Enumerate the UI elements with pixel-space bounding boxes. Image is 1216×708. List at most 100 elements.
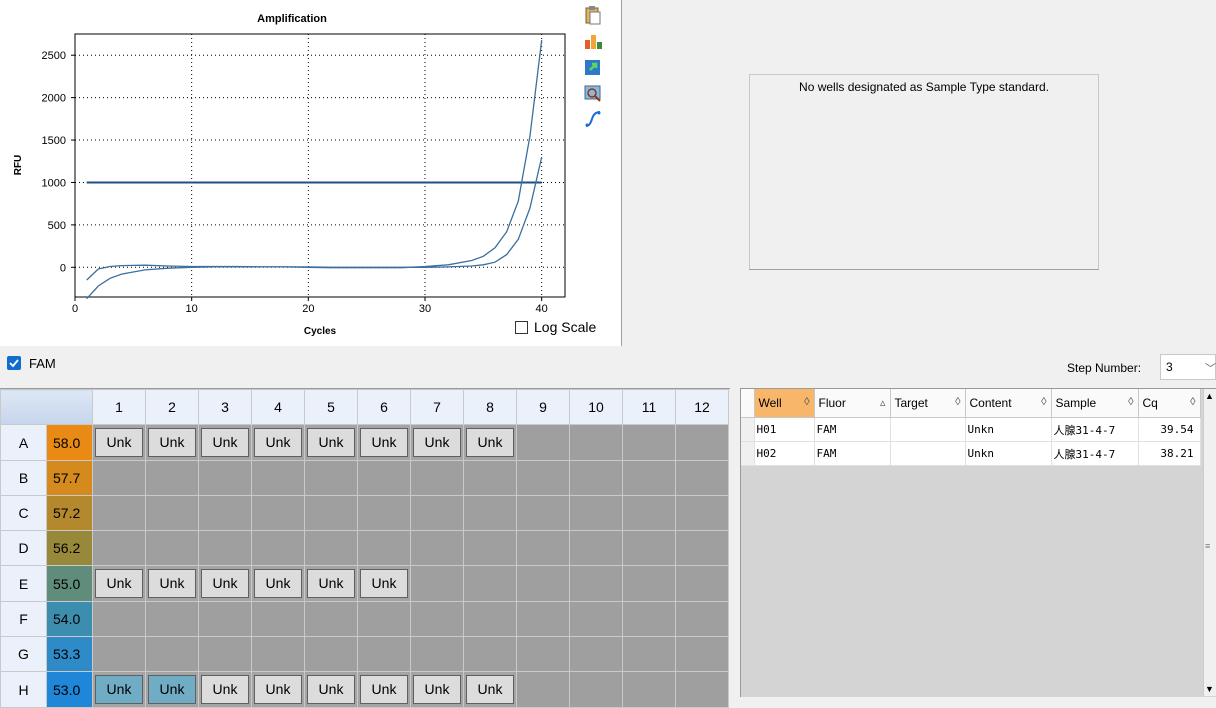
plate-well-empty[interactable] bbox=[92, 495, 146, 531]
plate-well-empty[interactable] bbox=[463, 565, 517, 602]
row-header[interactable]: D bbox=[0, 530, 47, 566]
column-header[interactable]: 8 bbox=[463, 389, 517, 425]
column-header[interactable]: 1 bbox=[92, 389, 146, 425]
plate-well-empty[interactable] bbox=[463, 530, 517, 566]
column-header[interactable]: 7 bbox=[410, 389, 464, 425]
log-scale-checkbox[interactable] bbox=[515, 320, 528, 334]
plate-well-empty[interactable] bbox=[516, 530, 570, 566]
plate-well[interactable]: Unk bbox=[198, 671, 252, 708]
row-selector[interactable] bbox=[741, 441, 755, 466]
row-header[interactable]: G bbox=[0, 636, 47, 672]
plate-well-empty[interactable] bbox=[675, 495, 729, 531]
results-column-header[interactable]: Cq ◊ bbox=[1138, 389, 1201, 418]
row-header[interactable]: A bbox=[0, 424, 47, 461]
plate-well[interactable]: Unk bbox=[410, 424, 464, 461]
plate-well-empty[interactable] bbox=[357, 601, 411, 637]
table-row[interactable]: H02 FAM Unkn 人腺31-4-7 38.21 bbox=[741, 441, 1201, 466]
plate-well[interactable]: Unk bbox=[198, 565, 252, 602]
plate-well-empty[interactable] bbox=[304, 495, 358, 531]
plate-well-empty[interactable] bbox=[410, 636, 464, 672]
plate-well-empty[interactable] bbox=[675, 530, 729, 566]
plate-well[interactable]: Unk bbox=[357, 671, 411, 708]
plate-well-empty[interactable] bbox=[569, 671, 623, 708]
plate-well-empty[interactable] bbox=[304, 636, 358, 672]
plate-well[interactable]: Unk bbox=[304, 565, 358, 602]
column-header[interactable]: 2 bbox=[145, 389, 199, 425]
plate-well-empty[interactable] bbox=[198, 636, 252, 672]
results-column-header[interactable]: Content ◊ bbox=[965, 389, 1052, 418]
row-selector[interactable] bbox=[741, 417, 755, 442]
plate-well-empty[interactable] bbox=[622, 424, 676, 461]
plate-well-empty[interactable] bbox=[145, 495, 199, 531]
scroll-up-icon[interactable]: ▲ bbox=[1205, 391, 1214, 401]
plate-well-empty[interactable] bbox=[410, 495, 464, 531]
plate-well-empty[interactable] bbox=[516, 495, 570, 531]
plate-well-empty[interactable] bbox=[357, 460, 411, 496]
plate-well-empty[interactable] bbox=[410, 565, 464, 602]
plate-well-empty[interactable] bbox=[675, 636, 729, 672]
plate-well-empty[interactable] bbox=[622, 565, 676, 602]
plate-well[interactable]: Unk bbox=[463, 671, 517, 708]
plate-well[interactable]: Unk bbox=[251, 424, 305, 461]
plate-well-empty[interactable] bbox=[569, 424, 623, 461]
plate-well-empty[interactable] bbox=[622, 636, 676, 672]
plate-well-empty[interactable] bbox=[145, 460, 199, 496]
sort-icon[interactable]: ◊ bbox=[955, 396, 960, 408]
plate-well-empty[interactable] bbox=[463, 636, 517, 672]
scroll-grip-icon[interactable]: ≡ bbox=[1205, 541, 1210, 551]
plate-well-empty[interactable] bbox=[410, 530, 464, 566]
results-column-header[interactable]: Fluor ▵ bbox=[814, 389, 891, 418]
plate-well[interactable]: Unk bbox=[463, 424, 517, 461]
plate-well-empty[interactable] bbox=[145, 636, 199, 672]
chevron-down-icon[interactable]: ﹀ bbox=[1205, 360, 1216, 376]
plate-well-empty[interactable] bbox=[516, 636, 570, 672]
plate-well[interactable]: Unk bbox=[304, 671, 358, 708]
zoom-image-icon[interactable] bbox=[582, 82, 604, 104]
plate-well-empty[interactable] bbox=[251, 460, 305, 496]
row-header[interactable]: B bbox=[0, 460, 47, 496]
plate-well-empty[interactable] bbox=[198, 460, 252, 496]
row-header[interactable]: H bbox=[0, 671, 47, 708]
plate-well-empty[interactable] bbox=[622, 460, 676, 496]
row-header[interactable]: F bbox=[0, 601, 47, 637]
sort-icon[interactable]: ◊ bbox=[804, 396, 809, 408]
sort-icon[interactable]: ◊ bbox=[1128, 396, 1133, 408]
fam-checkbox[interactable] bbox=[7, 356, 21, 370]
plate-well-empty[interactable] bbox=[357, 495, 411, 531]
column-header[interactable]: 9 bbox=[516, 389, 570, 425]
plate-well[interactable]: Unk bbox=[304, 424, 358, 461]
plate-well[interactable]: Unk bbox=[357, 424, 411, 461]
scroll-down-icon[interactable]: ▼ bbox=[1205, 684, 1214, 694]
plate-well[interactable]: Unk bbox=[92, 671, 146, 708]
plate-well-empty[interactable] bbox=[251, 636, 305, 672]
plate-well-empty[interactable] bbox=[516, 424, 570, 461]
results-scrollbar[interactable]: ▲ ≡ ▼ bbox=[1203, 389, 1216, 696]
plate-well-empty[interactable] bbox=[145, 530, 199, 566]
results-column-header[interactable]: Target ◊ bbox=[890, 389, 966, 418]
plate-well-empty[interactable] bbox=[675, 565, 729, 602]
row-header[interactable]: E bbox=[0, 565, 47, 602]
plate-well-empty[interactable] bbox=[92, 460, 146, 496]
column-header[interactable]: 10 bbox=[569, 389, 623, 425]
plate-well-empty[interactable] bbox=[675, 601, 729, 637]
plate-well-empty[interactable] bbox=[569, 601, 623, 637]
column-header[interactable]: 5 bbox=[304, 389, 358, 425]
log-scale-toggle[interactable]: Log Scale bbox=[515, 319, 596, 335]
plate-well-empty[interactable] bbox=[569, 495, 623, 531]
plate-well-empty[interactable] bbox=[569, 565, 623, 602]
column-header[interactable]: 11 bbox=[622, 389, 676, 425]
chart-colors-icon[interactable] bbox=[582, 30, 604, 52]
plate-well-empty[interactable] bbox=[516, 460, 570, 496]
plate-well[interactable]: Unk bbox=[251, 671, 305, 708]
plate-well[interactable]: Unk bbox=[410, 671, 464, 708]
plate-well-empty[interactable] bbox=[463, 460, 517, 496]
plate-well[interactable]: Unk bbox=[145, 565, 199, 602]
plate-well-empty[interactable] bbox=[622, 601, 676, 637]
plate-well-empty[interactable] bbox=[516, 565, 570, 602]
plate-well-empty[interactable] bbox=[463, 495, 517, 531]
plate-well-empty[interactable] bbox=[304, 601, 358, 637]
plate-well-empty[interactable] bbox=[198, 601, 252, 637]
row-header[interactable]: C bbox=[0, 495, 47, 531]
copy-clipboard-icon[interactable] bbox=[582, 4, 604, 26]
plate-well[interactable]: Unk bbox=[145, 671, 199, 708]
